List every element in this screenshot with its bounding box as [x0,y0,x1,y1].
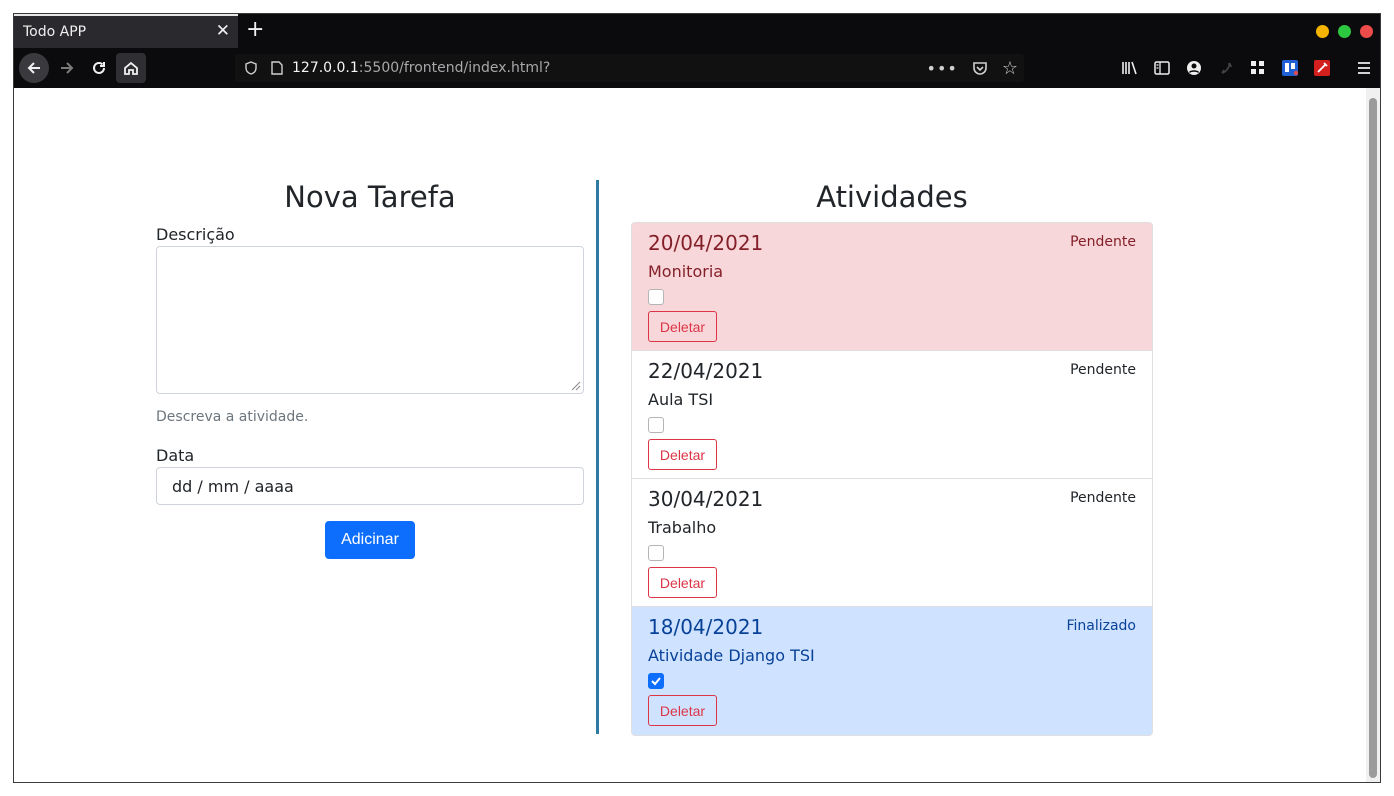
browser-tab[interactable]: Todo APP ✕ [14,14,238,48]
extension-icon[interactable] [1210,52,1242,84]
reload-button[interactable] [84,53,114,83]
activity-status: Finalizado [1066,618,1136,634]
url-actions: ••• ☆ [927,54,1024,82]
browser-window: Todo APP ✕ + 127.0.0.1:5500/frontend/ind… [13,13,1381,783]
title-bar: Todo APP ✕ + [14,14,1380,48]
activities-column: Atividades 20/04/2021 Pendente Monitoria… [631,180,1153,736]
activity-description: Monitoria [648,262,724,281]
sidebar-icon[interactable] [1146,52,1178,84]
maximize-button[interactable] [1338,25,1351,38]
done-checkbox[interactable] [648,545,664,561]
delete-button[interactable]: Deletar [648,439,717,470]
url-text: 127.0.0.1:5500/frontend/index.html? [292,60,551,76]
date-input[interactable]: dd / mm / aaaa [156,467,584,505]
done-checkbox[interactable] [648,673,664,689]
resize-handle-icon[interactable] [570,380,581,391]
more-actions-icon[interactable]: ••• [927,59,958,78]
activity-item: 18/04/2021 Finalizado Atividade Django T… [632,607,1152,735]
activity-item: 20/04/2021 Pendente Monitoria Deletar [632,223,1152,351]
page-scrollbar[interactable] [1366,88,1380,782]
activity-description: Trabalho [648,518,717,537]
trello-icon[interactable] [1274,52,1306,84]
activities-list: 20/04/2021 Pendente Monitoria Deletar 22… [631,222,1153,736]
activity-description: Aula TSI [648,390,714,409]
new-tab-icon[interactable]: + [246,17,264,42]
shield-icon [245,61,257,75]
apps-grid-icon[interactable] [1242,52,1274,84]
menu-icon[interactable] [1348,52,1380,84]
activity-date: 18/04/2021 [648,615,764,639]
column-divider [596,180,599,734]
form-title: Nova Tarefa [284,180,456,214]
add-task-button[interactable]: Adicinar [325,521,415,559]
activity-item: 22/04/2021 Pendente Aula TSI Deletar [632,351,1152,479]
forward-button[interactable] [52,53,82,83]
bookmark-star-icon[interactable]: ☆ [1002,58,1018,79]
library-icon[interactable] [1114,52,1146,84]
page-content: Nova Tarefa Descrição Descreva a ativida… [14,88,1366,782]
url-bar[interactable]: 127.0.0.1:5500/frontend/index.html? ••• … [235,54,1024,82]
description-label: Descrição [156,225,235,244]
activity-status: Pendente [1070,490,1136,506]
pocket-icon[interactable] [972,60,988,76]
scrollbar-thumb[interactable] [1369,98,1377,778]
checkmark-icon [651,677,661,686]
tab-title: Todo APP [23,24,87,40]
page-icon [271,61,283,75]
home-icon [124,61,138,75]
color-picker-icon[interactable] [1306,52,1338,84]
back-arrow-icon [27,62,40,74]
delete-button[interactable]: Deletar [648,311,717,342]
toolbar-icons [1114,48,1380,88]
activity-item: 30/04/2021 Pendente Trabalho Deletar [632,479,1152,607]
description-textarea[interactable] [156,246,584,394]
delete-button[interactable]: Deletar [648,695,717,726]
description-help-text: Descreva a atividade. [156,409,309,425]
activity-description: Atividade Django TSI [648,646,815,665]
activity-status: Pendente [1070,234,1136,250]
activity-date: 20/04/2021 [648,231,764,255]
back-button[interactable] [19,53,49,83]
reload-icon [93,61,105,74]
date-label: Data [156,446,195,465]
activity-date: 22/04/2021 [648,359,764,383]
done-checkbox[interactable] [648,417,664,433]
navigation-bar: 127.0.0.1:5500/frontend/index.html? ••• … [14,48,1380,88]
home-button[interactable] [116,53,146,83]
minimize-button[interactable] [1316,25,1329,38]
activity-status: Pendente [1070,362,1136,378]
account-icon[interactable] [1178,52,1210,84]
forward-arrow-icon [61,62,74,74]
activity-date: 30/04/2021 [648,487,764,511]
close-window-button[interactable] [1360,25,1373,38]
delete-button[interactable]: Deletar [648,567,717,598]
new-task-form: Nova Tarefa Descrição Descreva a ativida… [156,180,584,559]
activities-title: Atividades [816,180,968,214]
done-checkbox[interactable] [648,289,664,305]
close-tab-icon[interactable]: ✕ [216,21,230,41]
